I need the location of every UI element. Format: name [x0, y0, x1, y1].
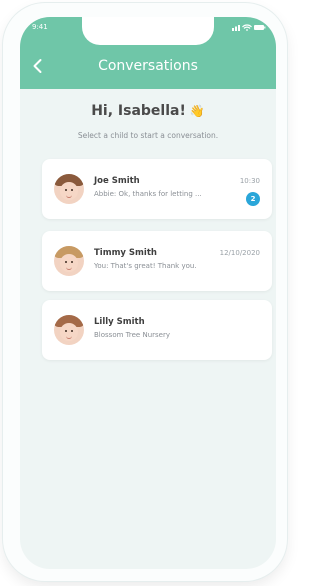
page-title: Conversations — [98, 58, 198, 74]
contact-name: Joe Smith — [94, 176, 140, 186]
instruction-text: Select a child to start a conversation. — [77, 131, 219, 140]
status-icons — [232, 23, 266, 31]
unread-badge: 2 — [246, 192, 260, 206]
status-time: 9:41 — [32, 23, 48, 31]
app-screen: 9:41 Conversations Hi, Isabella! 👋 Selec… — [20, 17, 276, 569]
avatar — [54, 174, 84, 204]
contact-name: Timmy Smith — [94, 248, 157, 258]
message-preview: Abbie: Ok, thanks for letting ... — [94, 190, 202, 198]
message-preview: You: That's great! Thank you. — [94, 262, 197, 270]
message-time: 12/10/2020 — [219, 249, 260, 257]
wave-emoji-icon: 👋 — [189, 104, 205, 118]
conversation-item-lilly-smith[interactable]: Lilly Smith Blossom Tree Nursery — [42, 300, 272, 360]
signal-wifi-battery-icon — [232, 24, 266, 31]
conversation-item-joe-smith[interactable]: Joe Smith Abbie: Ok, thanks for letting … — [42, 159, 272, 219]
greeting-text: Hi, Isabella! — [91, 103, 186, 119]
app-header: 9:41 Conversations — [20, 17, 276, 89]
avatar — [54, 246, 84, 276]
greeting-heading: Hi, Isabella! 👋 — [20, 103, 276, 119]
message-time: 10:30 — [239, 177, 260, 185]
nursery-name: Blossom Tree Nursery — [94, 331, 170, 339]
contact-name: Lilly Smith — [94, 317, 145, 327]
conversation-item-timmy-smith[interactable]: Timmy Smith You: That's great! Thank you… — [42, 231, 272, 291]
phone-frame: 9:41 Conversations Hi, Isabella! 👋 Selec… — [3, 3, 287, 581]
device-notch — [82, 17, 214, 45]
avatar — [54, 315, 84, 345]
